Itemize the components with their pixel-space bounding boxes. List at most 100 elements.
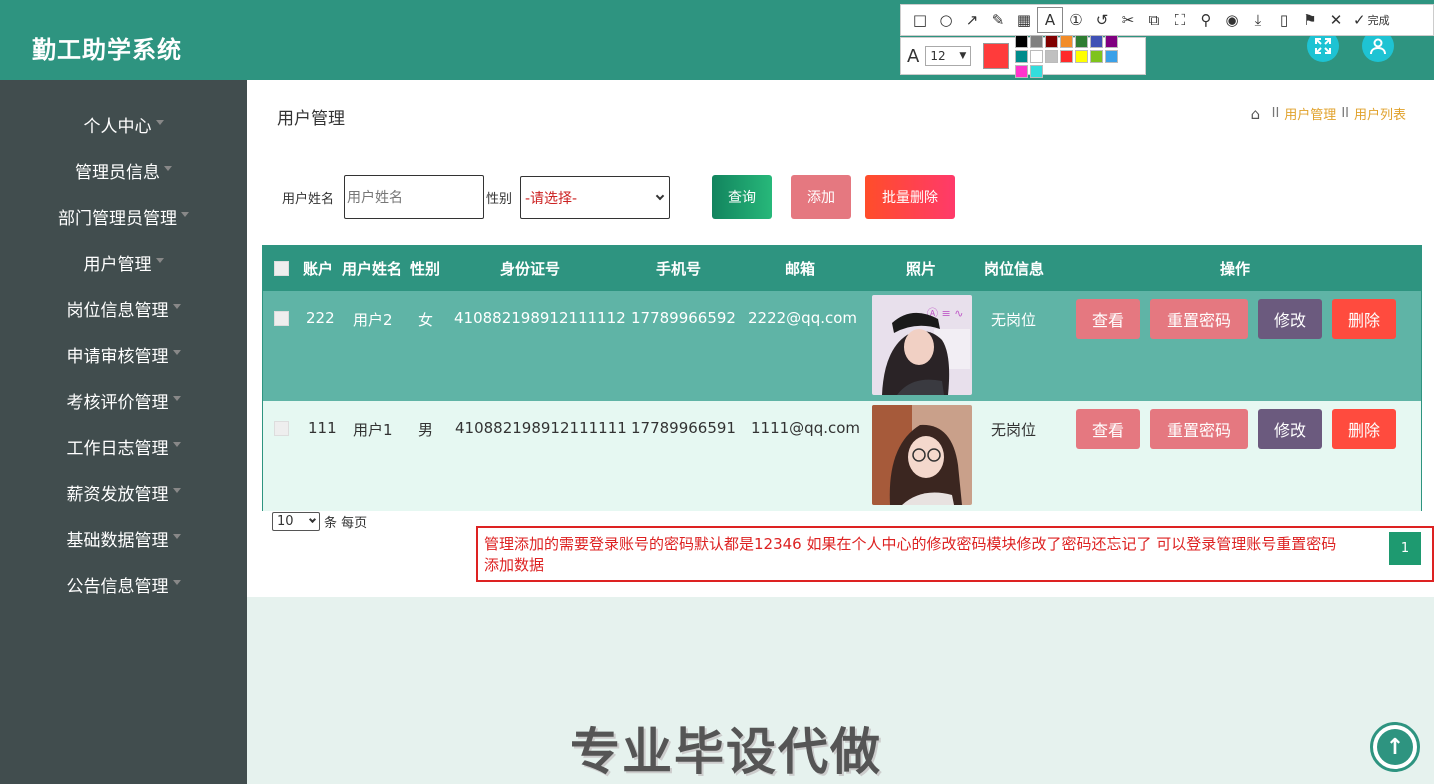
query-button[interactable]: 查询 [712, 175, 772, 219]
sidebar-item-label: 管理员信息 [75, 162, 160, 183]
number-icon[interactable]: ① [1063, 7, 1089, 33]
current-color-swatch[interactable] [983, 43, 1010, 69]
add-button[interactable]: 添加 [791, 175, 851, 219]
close-icon[interactable]: ✕ [1323, 7, 1349, 33]
page-size-control: 10 条 每页 [272, 512, 367, 531]
color-swatch[interactable] [1075, 49, 1089, 63]
cell-job: 无岗位 [991, 311, 1037, 329]
color-swatch[interactable] [1105, 34, 1119, 48]
sidebar-item-label: 用户管理 [83, 254, 152, 275]
sidebar-item-label: 考核评价管理 [66, 392, 169, 413]
reset-password-button[interactable]: 重置密码 [1150, 409, 1248, 449]
ellipse-icon[interactable]: ○ [933, 7, 959, 33]
caret-down-icon [155, 119, 164, 125]
color-swatch[interactable] [1090, 34, 1104, 48]
ocr-icon[interactable]: ⧉ [1141, 7, 1167, 33]
gender-select[interactable]: -请选择- [520, 176, 670, 219]
caret-down-icon [172, 303, 181, 309]
home-icon[interactable]: ⌂ [1251, 106, 1267, 122]
col-phone: 手机号 [656, 260, 702, 278]
color-swatch[interactable] [1060, 49, 1074, 63]
chevron-down-icon: ▼ [959, 51, 967, 61]
sidebar-item-label: 申请审核管理 [66, 346, 169, 367]
sidebar-item[interactable]: 考核评价管理 [0, 377, 247, 423]
color-swatch[interactable] [1015, 64, 1029, 78]
breadcrumb-separator: II [1341, 106, 1349, 121]
breadcrumb-user-list[interactable]: 用户列表 [1354, 104, 1406, 123]
annotation-note[interactable]: 管理添加的需要登录账号的密码默认都是12346 如果在个人中心的修改密码模块修改… [476, 526, 1434, 582]
select-all-checkbox[interactable] [274, 261, 289, 276]
done-button[interactable]: ✓ 完成 [1353, 11, 1390, 29]
page-size-label: 条 每页 [324, 516, 368, 531]
sidebar-item[interactable]: 薪资发放管理 [0, 469, 247, 515]
table-row: 222 用户2 女 410882198912111112 17789966592… [263, 291, 1421, 401]
color-swatch[interactable] [1030, 49, 1044, 63]
edit-button[interactable]: 修改 [1258, 299, 1322, 339]
pin-icon[interactable]: ⚲ [1193, 7, 1219, 33]
font-size-value: 12 [930, 49, 946, 63]
color-swatch[interactable] [1045, 34, 1059, 48]
color-swatch[interactable] [1075, 34, 1089, 48]
view-button[interactable]: 查看 [1076, 409, 1140, 449]
record-icon[interactable]: ◉ [1219, 7, 1245, 33]
sidebar-item[interactable]: 部门管理员管理 [0, 193, 247, 239]
user-table: 账户 用户姓名 性别 身份证号 手机号 邮箱 照片 岗位信息 操作 222 用户… [262, 245, 1422, 511]
text-icon[interactable]: A [1037, 7, 1063, 33]
col-id-no: 身份证号 [500, 260, 561, 278]
delete-button[interactable]: 删除 [1332, 409, 1396, 449]
bookmark-icon[interactable]: ⚑ [1297, 7, 1323, 33]
color-swatch[interactable] [1090, 49, 1104, 63]
color-swatch[interactable] [1015, 49, 1029, 63]
sidebar-item[interactable]: 个人中心 [0, 101, 247, 147]
color-swatch[interactable] [1045, 49, 1059, 63]
reset-password-button[interactable]: 重置密码 [1150, 299, 1248, 339]
breadcrumb-user-mgmt[interactable]: 用户管理 [1284, 104, 1336, 123]
delete-button[interactable]: 删除 [1332, 299, 1396, 339]
col-account: 账户 [303, 260, 334, 278]
sidebar-item-label: 基础数据管理 [66, 530, 169, 551]
device-icon[interactable]: ▯ [1271, 7, 1297, 33]
pen-icon[interactable]: ✎ [985, 7, 1011, 33]
sidebar-item[interactable]: 岗位信息管理 [0, 285, 247, 331]
color-swatch[interactable] [1015, 34, 1029, 48]
color-swatch[interactable] [1060, 34, 1074, 48]
cell-account: 111 [308, 419, 337, 437]
table-row: 111 用户1 男 410882198912111111 17789966591… [263, 401, 1421, 511]
scroll-icon[interactable]: ⛶ [1167, 7, 1193, 33]
download-icon[interactable]: ⤓ [1245, 7, 1271, 33]
cutout-icon[interactable]: ✂ [1115, 7, 1141, 33]
sidebar-item[interactable]: 公告信息管理 [0, 561, 247, 607]
sidebar-item-label: 公告信息管理 [66, 576, 169, 597]
sidebar-item[interactable]: 工作日志管理 [0, 423, 247, 469]
rect-icon[interactable]: □ [907, 7, 933, 33]
sidebar-item[interactable]: 管理员信息 [0, 147, 247, 193]
table-header: 账户 用户姓名 性别 身份证号 手机号 邮箱 照片 岗位信息 操作 [263, 246, 1421, 291]
edit-button[interactable]: 修改 [1258, 409, 1322, 449]
page-size-select[interactable]: 10 [272, 512, 320, 531]
color-swatch[interactable] [1030, 34, 1044, 48]
user-photo[interactable] [872, 405, 972, 505]
view-button[interactable]: 查看 [1076, 299, 1140, 339]
user-photo[interactable]: Ⓐ ≡ ∿ [872, 295, 972, 395]
arrow-icon[interactable]: ↗ [959, 7, 985, 33]
sidebar-item[interactable]: 申请审核管理 [0, 331, 247, 377]
sidebar-item[interactable]: 基础数据管理 [0, 515, 247, 561]
row-checkbox[interactable] [274, 311, 289, 326]
main-panel: 用户管理 ⌂ II 用户管理 II 用户列表 用户姓名 性别 -请选择- 查询 … [247, 80, 1434, 597]
cell-id-no: 410882198912111111 [455, 419, 627, 437]
back-to-top-button[interactable]: ↑ [1370, 722, 1420, 772]
undo-icon[interactable]: ↺ [1089, 7, 1115, 33]
sidebar-item[interactable]: 用户管理 [0, 239, 247, 285]
color-swatch[interactable] [1105, 49, 1119, 63]
chevron-down-icon [308, 515, 317, 524]
name-search-input[interactable] [344, 175, 484, 219]
row-checkbox[interactable] [274, 421, 289, 436]
color-swatch[interactable] [1030, 64, 1044, 78]
batch-delete-button[interactable]: 批量删除 [865, 175, 955, 219]
page-1-button[interactable]: 1 [1389, 532, 1421, 565]
arrow-up-icon: ↑ [1377, 729, 1413, 765]
font-size-select[interactable]: 12 ▼ [925, 46, 972, 66]
app-title: 勤工助学系统 [32, 36, 182, 64]
mosaic-icon[interactable]: ▦ [1011, 7, 1037, 33]
done-label: 完成 [1367, 14, 1390, 27]
